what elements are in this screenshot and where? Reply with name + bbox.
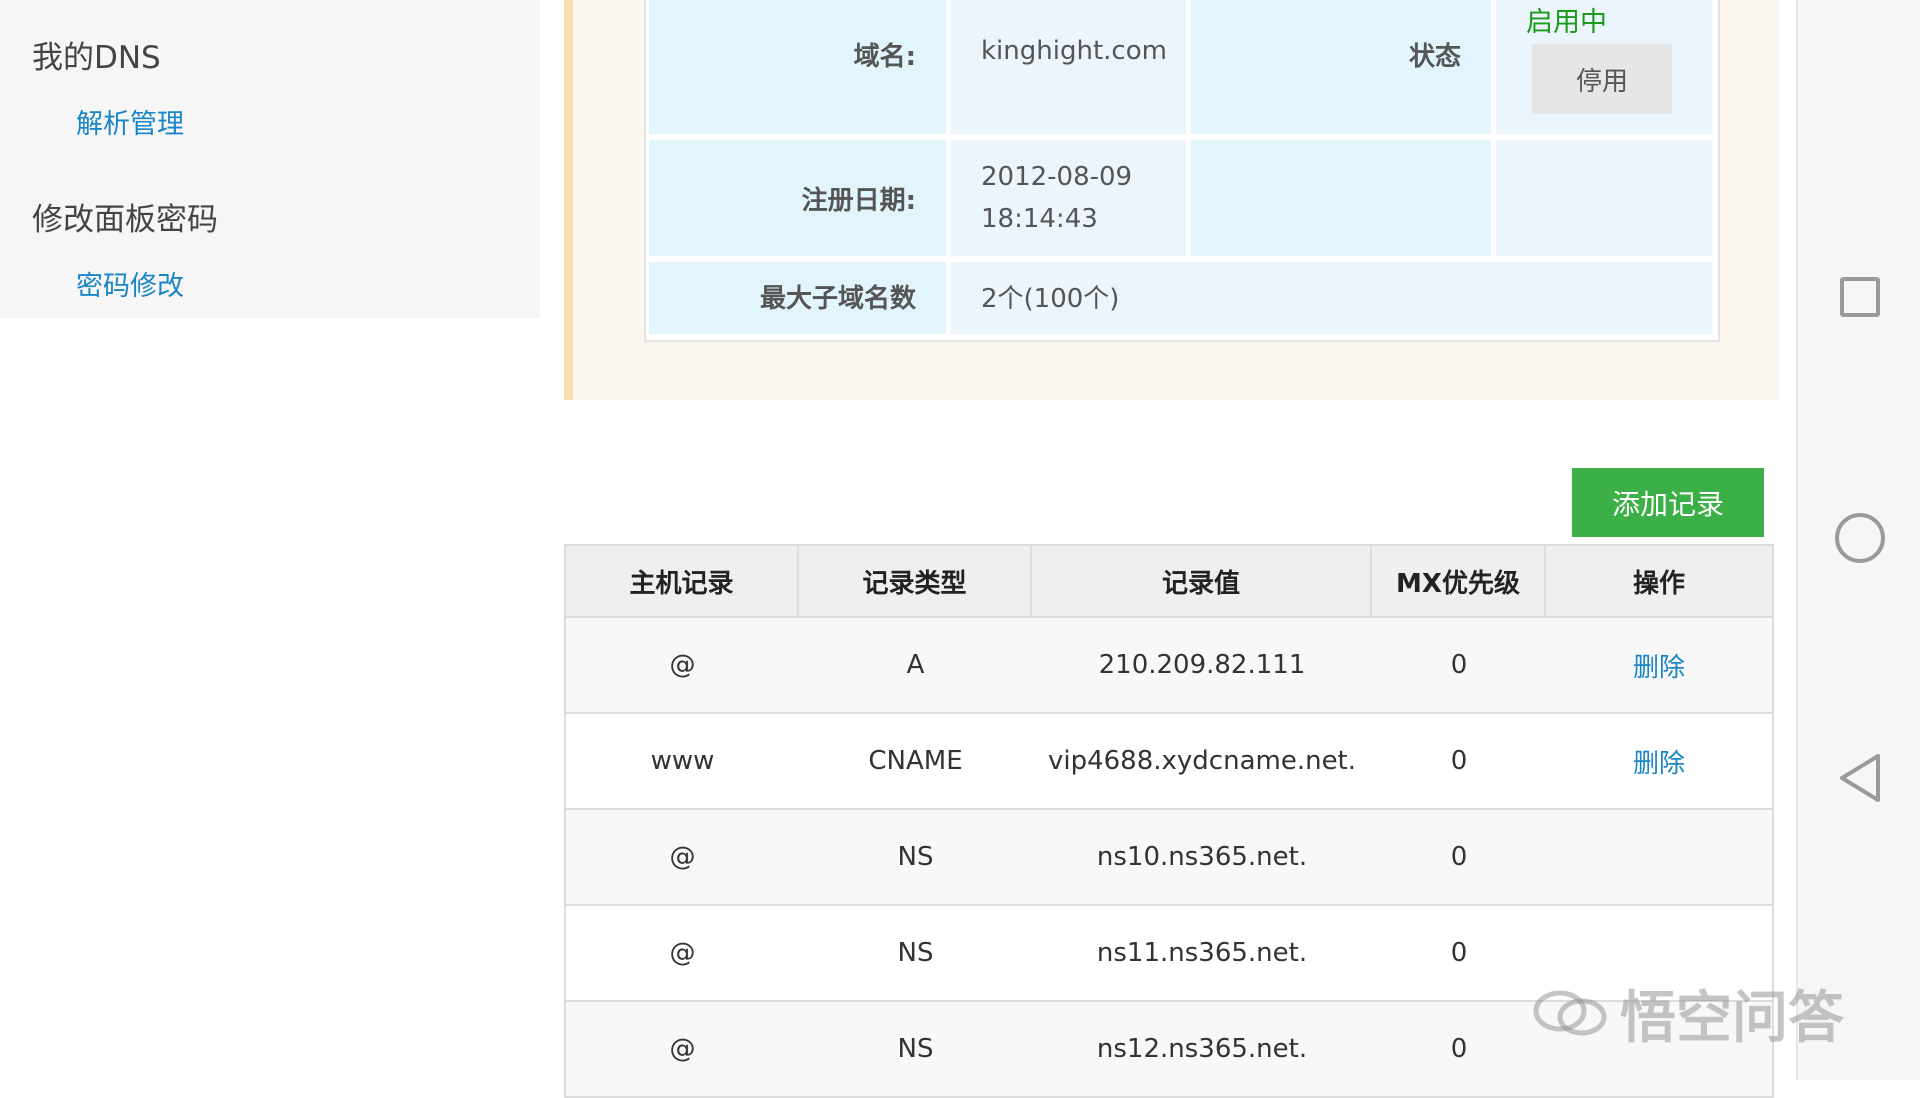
cell-type: NS: [897, 1034, 934, 1064]
cell-type: CNAME: [868, 746, 963, 776]
cell-mx: 0: [1450, 938, 1468, 968]
sidebar-item-password-change[interactable]: 密码修改: [76, 264, 184, 303]
domain-info-panel: 域名: kinghight.com 状态 启用中 停用 注册日期: 2012-0…: [564, 0, 1779, 400]
max-subdomains-value: 2个(100个): [951, 262, 1712, 334]
cell-value: ns11.ns365.net.: [1096, 938, 1308, 968]
cell-actions: 删除: [1546, 714, 1772, 808]
table-row: @ NS ns10.ns365.net. 0: [566, 810, 1772, 906]
cell-mx: 0: [1450, 1034, 1468, 1064]
table-header: 主机记录 记录类型 记录值 MX优先级 操作: [566, 546, 1772, 618]
cell-actions: 删除: [1546, 618, 1772, 712]
cell-type: NS: [897, 938, 934, 968]
sidebar: 我的DNS 解析管理 修改面板密码 密码修改: [0, 0, 540, 318]
recent-apps-icon[interactable]: [1840, 277, 1880, 317]
empty-value-cell: [1496, 140, 1712, 256]
header-actions: 操作: [1632, 568, 1685, 599]
cell-host: www: [650, 746, 715, 776]
table-row: www CNAME vip4688.xydcname.net. 0 删除: [566, 714, 1772, 810]
domain-info-table: 域名: kinghight.com 状态 启用中 停用 注册日期: 2012-0…: [644, 0, 1720, 342]
watermark: 悟空问答: [1530, 978, 1844, 1051]
registration-date-value: 2012-08-09 18:14:43: [951, 140, 1186, 256]
table-row: @ A 210.209.82.111 0 删除: [566, 618, 1772, 714]
cell-host: @: [669, 938, 696, 968]
header-host: 主机记录: [566, 546, 799, 616]
empty-label-cell: [1191, 140, 1491, 256]
disable-button[interactable]: 停用: [1532, 44, 1672, 114]
domain-value: kinghight.com: [951, 0, 1186, 134]
registration-date: 2012-08-09: [981, 162, 1133, 192]
cell-mx: 0: [1450, 746, 1468, 776]
cell-type: NS: [897, 842, 934, 872]
header-value: 记录值: [1032, 546, 1372, 616]
delete-link[interactable]: 删除: [1633, 743, 1685, 780]
status-label: 状态: [1191, 0, 1491, 134]
back-icon[interactable]: [1836, 752, 1884, 804]
cell-host: @: [669, 650, 696, 680]
watermark-text: 悟空问答: [1620, 985, 1844, 1051]
cell-value: 210.209.82.111: [1098, 650, 1306, 680]
cell-value: ns10.ns365.net.: [1096, 842, 1308, 872]
cell-host: @: [669, 842, 696, 872]
home-icon[interactable]: [1835, 513, 1885, 563]
cell-mx: 0: [1450, 842, 1468, 872]
system-navigation-bar: [1796, 0, 1920, 1080]
cell-value: ns12.ns365.net.: [1096, 1034, 1308, 1064]
cell-actions: [1546, 810, 1772, 904]
max-subdomains-label: 最大子域名数: [649, 262, 946, 334]
header-mx-priority: MX优先级: [1372, 546, 1546, 616]
cell-type: A: [906, 650, 925, 680]
header-type: 记录类型: [799, 546, 1032, 616]
sidebar-group-title-my-dns: 我的DNS: [32, 40, 161, 76]
cell-host: @: [669, 1034, 696, 1064]
sidebar-item-dns-management[interactable]: 解析管理: [76, 102, 184, 141]
cell-mx: 0: [1450, 650, 1468, 680]
domain-label: 域名:: [649, 0, 946, 134]
registration-date-label: 注册日期:: [649, 140, 946, 256]
add-record-button[interactable]: 添加记录: [1572, 468, 1764, 537]
speech-bubble-logo-icon: [1533, 990, 1607, 1036]
delete-link[interactable]: 删除: [1633, 647, 1685, 684]
registration-time: 18:14:43: [981, 204, 1098, 234]
cell-value: vip4688.xydcname.net.: [1047, 746, 1357, 776]
status-value: 启用中: [1526, 7, 1607, 38]
status-cell: 启用中 停用: [1496, 0, 1712, 134]
sidebar-group-title-change-password: 修改面板密码: [32, 202, 218, 238]
